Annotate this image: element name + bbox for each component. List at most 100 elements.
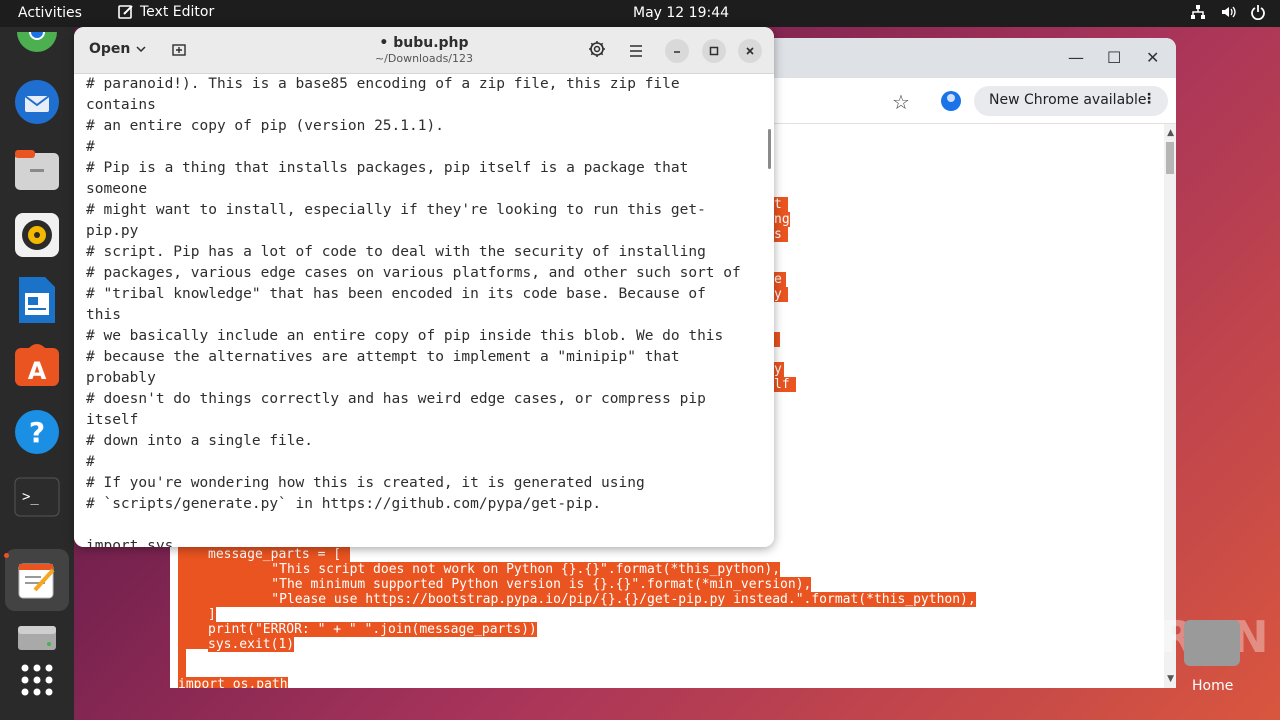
kebab-menu-icon: ⋮ bbox=[1142, 91, 1156, 107]
scroll-up-arrow-icon[interactable]: ▲ bbox=[1167, 128, 1174, 138]
code-line: sys.exit(1) bbox=[208, 637, 295, 652]
selection-fragment: y bbox=[774, 287, 788, 302]
power-icon bbox=[1251, 5, 1265, 20]
chrome-minimize-button[interactable]: — bbox=[1068, 48, 1084, 67]
document-title: • bubu.php bbox=[379, 35, 469, 51]
selection-fragment: y bbox=[774, 362, 784, 377]
code-line: # might want to install, especially if t… bbox=[86, 202, 706, 218]
code-line: # "tribal knowledge" that has been encod… bbox=[86, 286, 706, 302]
code-line: import sys bbox=[86, 538, 174, 547]
dock: A ? >_ bbox=[0, 27, 74, 720]
editor-header-bar[interactable]: Open • bubu.php ~/Downloads/123 bbox=[74, 27, 774, 74]
chrome-scroll-thumb[interactable] bbox=[1166, 142, 1174, 174]
chrome-scrollbar[interactable] bbox=[1164, 124, 1176, 688]
code-line: # doesn't do things correctly and has we… bbox=[86, 391, 706, 407]
code-line: # Pip is a thing that installs packages,… bbox=[86, 160, 689, 176]
code-line: message_parts = [ bbox=[208, 547, 342, 562]
code-line: someone bbox=[86, 181, 148, 197]
network-icon bbox=[1191, 5, 1205, 19]
code-line: import os.path bbox=[178, 677, 288, 688]
chrome-logo bbox=[17, 32, 57, 52]
code-line: "Please use https://bootstrap.pypa.io/pi… bbox=[208, 592, 976, 607]
editor-scrollbar[interactable] bbox=[768, 129, 771, 169]
code-line: # packages, various edge cases on variou… bbox=[86, 265, 741, 281]
svg-text:?: ? bbox=[29, 416, 45, 449]
open-button[interactable]: Open bbox=[89, 41, 146, 57]
code-line: # If you're wondering how this is create… bbox=[86, 475, 645, 491]
editor-close-button[interactable] bbox=[738, 39, 762, 63]
svg-text:A: A bbox=[28, 357, 47, 385]
scroll-down-arrow-icon[interactable]: ▼ bbox=[1167, 674, 1174, 684]
activities-button[interactable]: Activities bbox=[18, 5, 82, 21]
clock[interactable]: May 12 19:44 bbox=[633, 5, 729, 21]
thunderbird-icon[interactable] bbox=[12, 77, 62, 127]
selection-fragment: lf bbox=[774, 377, 796, 392]
text-editor-icon bbox=[118, 5, 133, 19]
code-line: # because the alternatives are attempt t… bbox=[86, 349, 680, 365]
chrome-close-button[interactable]: ✕ bbox=[1146, 48, 1159, 67]
code-line: # script. Pip has a lot of code to deal … bbox=[86, 244, 706, 260]
code-line: contains bbox=[86, 97, 156, 113]
chevron-down-icon bbox=[136, 46, 146, 52]
editor-minimize-button[interactable] bbox=[665, 39, 689, 63]
code-line: this bbox=[86, 307, 121, 323]
chrome-maximize-button[interactable]: ☐ bbox=[1107, 48, 1121, 67]
selection-fragment: ng bbox=[774, 212, 790, 227]
close-icon bbox=[746, 47, 754, 55]
editor-text-area[interactable]: # paranoid!). This is a base85 encoding … bbox=[74, 74, 774, 547]
selection-block-gap bbox=[178, 649, 186, 677]
chrome-update-label: New Chrome available bbox=[989, 92, 1147, 108]
home-folder-label: Home bbox=[1192, 678, 1234, 694]
selection-block-left bbox=[178, 547, 210, 649]
chrome-update-button[interactable]: New Chrome available ⋮ bbox=[974, 86, 1168, 116]
app-grid-icon[interactable] bbox=[12, 655, 62, 705]
new-tab-icon bbox=[172, 44, 186, 56]
selection-fragment: t bbox=[774, 197, 788, 212]
code-line: ] bbox=[208, 607, 216, 622]
system-tray[interactable] bbox=[1190, 4, 1266, 20]
text-editor-icon[interactable] bbox=[5, 549, 69, 611]
app-name: Text Editor bbox=[140, 4, 215, 20]
minimize-icon bbox=[674, 51, 680, 53]
document-path: ~/Downloads/123 bbox=[374, 52, 474, 65]
svg-text:>_: >_ bbox=[22, 489, 39, 505]
active-indicator bbox=[4, 553, 9, 558]
settings-button[interactable] bbox=[588, 40, 606, 62]
code-line: probably bbox=[86, 370, 156, 386]
terminal-icon[interactable]: >_ bbox=[12, 472, 62, 522]
open-label: Open bbox=[89, 41, 131, 57]
top-bar: Activities Text Editor May 12 19:44 bbox=[0, 0, 1280, 27]
new-tab-button[interactable] bbox=[171, 41, 187, 61]
selection-fragment: e bbox=[774, 272, 786, 287]
code-line: pip.py bbox=[86, 223, 139, 239]
editor-maximize-button[interactable] bbox=[702, 39, 726, 63]
home-folder-icon[interactable] bbox=[1184, 620, 1240, 666]
profile-avatar[interactable] bbox=[941, 91, 961, 111]
writer-icon[interactable] bbox=[12, 275, 62, 325]
chrome-icon[interactable] bbox=[12, 22, 62, 72]
code-line: itself bbox=[86, 412, 139, 428]
files-icon[interactable] bbox=[12, 145, 62, 195]
app-center-icon[interactable]: A bbox=[12, 340, 62, 390]
code-line: # down into a single file. bbox=[86, 433, 313, 449]
code-line: # `scripts/generate.py` in https://githu… bbox=[86, 496, 602, 512]
code-line: "This script does not work on Python {}.… bbox=[208, 562, 781, 577]
selection-fragment-block bbox=[774, 332, 780, 347]
app-menu[interactable]: Text Editor bbox=[118, 4, 214, 20]
code-line: # an entire copy of pip (version 25.1.1)… bbox=[86, 118, 444, 134]
code-line: print("ERROR: " + " ".join(message_parts… bbox=[208, 622, 537, 637]
text-editor-window[interactable]: Open • bubu.php ~/Downloads/123 # parano… bbox=[74, 27, 774, 547]
code-line: # bbox=[86, 139, 95, 155]
bookmark-star-icon[interactable]: ☆ bbox=[892, 90, 910, 114]
code-line: # paranoid!). This is a base85 encoding … bbox=[86, 76, 680, 92]
code-line: # bbox=[86, 454, 95, 470]
gear-icon bbox=[589, 41, 605, 57]
help-icon[interactable]: ? bbox=[12, 407, 62, 457]
code-content[interactable]: # paranoid!). This is a base85 encoding … bbox=[86, 74, 766, 547]
main-menu-button[interactable] bbox=[629, 42, 643, 61]
rhythmbox-icon[interactable] bbox=[12, 210, 62, 260]
volume-icon bbox=[1222, 6, 1236, 18]
maximize-icon bbox=[709, 46, 719, 56]
code-line: # we basically include an entire copy of… bbox=[86, 328, 724, 344]
